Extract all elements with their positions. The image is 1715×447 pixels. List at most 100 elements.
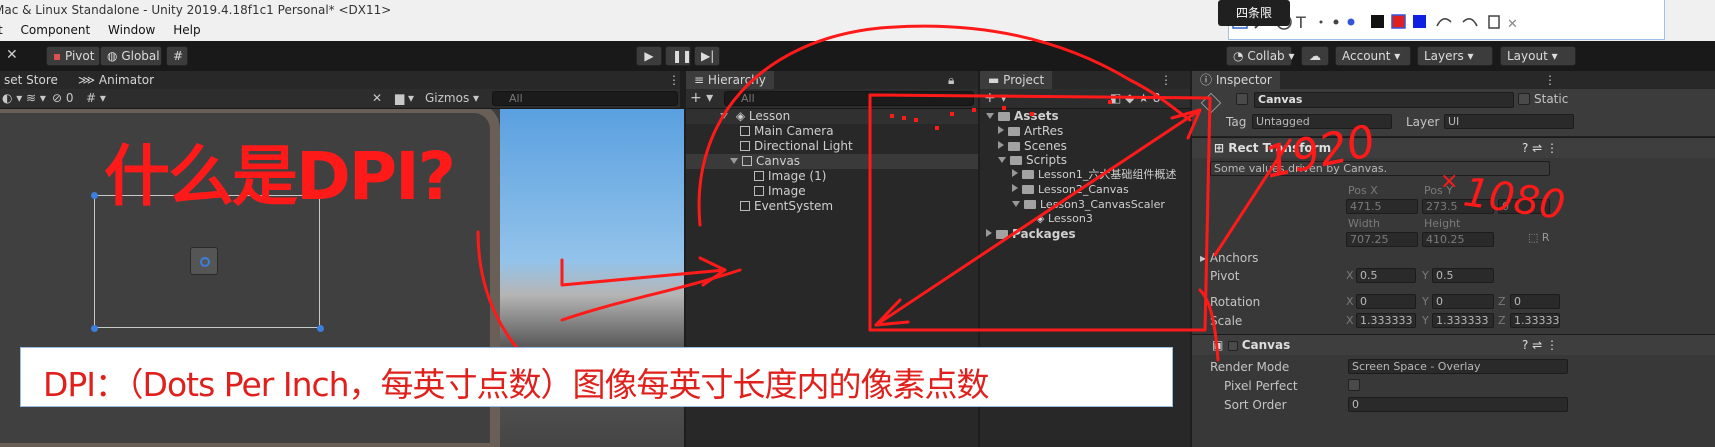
scale-z-field[interactable]: 1.333333 <box>1510 313 1560 328</box>
project-folder-lesson1[interactable]: Lesson1_六大基础组件概述 <box>1012 167 1176 182</box>
project-folder-lesson3[interactable]: Lesson3_CanvasScaler <box>1012 197 1165 212</box>
grid-snap-button[interactable]: # <box>166 46 188 66</box>
gameobject-icon <box>740 201 750 211</box>
rect-handle[interactable] <box>91 192 98 199</box>
gizmos-dropdown[interactable]: Gizmos ▾ <box>425 91 479 105</box>
hierarchy-item-directional-light[interactable]: Directional Light <box>740 139 853 154</box>
anchors-foldout[interactable]: ▸ Anchors <box>1200 251 1258 265</box>
project-folder-lesson2[interactable]: Lesson2_Canvas <box>1012 182 1129 197</box>
scene-toolbar: ◐ ▾ ≋ ▾ ⊘ 0 # ▾ ✕ ▆ ▾ Gizmos ▾ All <box>0 89 680 109</box>
hierarchy-item-canvas[interactable]: Canvas <box>686 154 978 169</box>
rect-handle[interactable] <box>91 325 98 332</box>
layout-dropdown[interactable]: Layout ▾ <box>1500 46 1576 66</box>
sort-order-field[interactable]: 0 <box>1348 397 1568 412</box>
tab-inspector[interactable]: ⓘ Inspector <box>1192 71 1280 89</box>
pivot-gizmo[interactable] <box>190 247 218 275</box>
scene-search-input[interactable]: All <box>492 91 678 106</box>
project-folder-packages[interactable]: Packages <box>986 227 1076 242</box>
hierarchy-item-image-1[interactable]: Image (1) <box>754 169 826 184</box>
static-checkbox[interactable] <box>1518 93 1530 105</box>
project-folder-scenes[interactable]: Scenes <box>998 139 1067 154</box>
tab-asset-store[interactable]: set Store <box>0 71 66 89</box>
folder-icon <box>1008 142 1020 151</box>
hierarchy-item-label: EventSystem <box>754 199 834 213</box>
hierarchy-search-input[interactable]: All <box>724 91 974 106</box>
tools-settings-icon[interactable]: ✕ <box>372 91 382 105</box>
help-icon[interactable]: ? ⇌ ⋮ <box>1522 138 1558 158</box>
active-checkbox[interactable] <box>1236 93 1248 105</box>
rot-x-field[interactable]: 0 <box>1356 294 1416 309</box>
hierarchy-item-eventsystem[interactable]: EventSystem <box>740 199 833 214</box>
lock-icon[interactable]: 🔒︎ <box>948 71 954 89</box>
pixel-perfect-checkbox[interactable] <box>1348 379 1360 391</box>
camera-dropdown[interactable]: ▆ ▾ <box>395 91 414 105</box>
tab-project[interactable]: ▬ Project <box>980 71 1053 89</box>
menu-item-edit[interactable]: t <box>0 23 3 37</box>
gameobject-icon <box>754 171 764 181</box>
project-folder-assets[interactable]: Assets <box>986 109 1059 124</box>
script-icon: ◈ <box>1036 212 1048 225</box>
project-folder-artres[interactable]: ArtRes <box>998 124 1063 139</box>
dpi-definition-text: DPI：（Dots Per Inch，每英寸点数）图像每英寸长度内的像素点数 <box>43 365 990 404</box>
panel-menu-icon[interactable]: ⋮ <box>668 71 680 89</box>
hierarchy-item-label: Image (1) <box>768 169 827 183</box>
hierarchy-item-main-camera[interactable]: Main Camera <box>740 124 834 139</box>
pivot-x-axis: X <box>1346 269 1354 282</box>
tag-dropdown[interactable]: Untagged <box>1252 114 1392 129</box>
rect-handle[interactable] <box>317 325 324 332</box>
hierarchy-scene-row[interactable]: ◈ Lesson <box>686 109 978 124</box>
layers-icon[interactable]: ≋ ▾ <box>26 91 46 105</box>
pivot-y-field[interactable]: 0.5 <box>1432 268 1494 283</box>
play-button[interactable]: ▶ <box>636 46 662 66</box>
panel-menu-icon[interactable]: ⋮ <box>1544 71 1556 89</box>
menu-item-help[interactable]: Help <box>173 23 200 37</box>
dpi-definition-banner: DPI：（Dots Per Inch，每英寸点数）图像每英寸长度内的像素点数 <box>20 347 1173 407</box>
menu-item-window[interactable]: Window <box>108 23 155 37</box>
pos-z-value: 0 <box>1502 200 1509 213</box>
rot-y-field[interactable]: 0 <box>1432 294 1494 309</box>
scale-x-field[interactable]: 1.333333 <box>1356 313 1416 328</box>
width-field: 707.25 <box>1346 232 1418 247</box>
sort-order-label: Sort Order <box>1224 398 1287 412</box>
step-button[interactable]: ▶| <box>694 46 720 66</box>
pivot-toggle[interactable]: ▪ Pivot <box>46 46 100 66</box>
tab-project-label: Project <box>1003 73 1045 87</box>
hidden-count: 0 <box>65 91 74 105</box>
global-toggle[interactable]: ◍ Global <box>100 46 162 66</box>
folder-icon <box>996 230 1008 239</box>
pivot-x-field[interactable]: 0.5 <box>1356 268 1416 283</box>
tab-hierarchy[interactable]: ≡ Hierarchy <box>686 71 774 89</box>
create-dropdown[interactable]: + ▾ <box>690 90 713 106</box>
scale-y-field[interactable]: 1.333333 <box>1432 313 1494 328</box>
tools-icon[interactable]: ✕ <box>6 47 30 65</box>
canvas-section[interactable]: ▣ Canvas ? ⇌ ⋮ <box>1192 334 1715 355</box>
rect-transform-section[interactable]: ⊞ Rect Transform ? ⇌ ⋮ <box>1192 137 1715 158</box>
render-mode-dropdown[interactable]: Screen Space - Overlay <box>1348 359 1568 374</box>
hidden-objects-toggle[interactable]: ⊘ 0 <box>52 91 74 105</box>
account-dropdown[interactable]: Account ▾ <box>1335 46 1411 66</box>
canvas-enabled-checkbox[interactable] <box>1227 341 1238 351</box>
annotation-tools-icons[interactable]: T ✕ <box>1229 0 1666 40</box>
project-folder-scripts[interactable]: Scripts <box>998 153 1067 168</box>
pivot-label: Pivot <box>1210 269 1240 283</box>
layers-dropdown[interactable]: Layers ▾ <box>1417 46 1493 66</box>
blueprint-mode-buttons[interactable]: ⬚ R <box>1528 231 1550 244</box>
object-name-field[interactable]: Canvas <box>1254 92 1514 108</box>
lock-icon[interactable]: ⋮ <box>1160 71 1172 89</box>
rotation-label: Rotation <box>1210 295 1261 309</box>
layer-dropdown[interactable]: UI <box>1444 114 1574 129</box>
tab-animator[interactable]: ⋙ Animator <box>70 71 163 89</box>
collab-dropdown[interactable]: ◔ Collab ▾ <box>1226 46 1295 66</box>
draw-mode-icon[interactable]: ◐ ▾ <box>2 91 22 105</box>
project-script-lesson3[interactable]: ◈ Lesson3 <box>1036 211 1093 226</box>
menu-item-component[interactable]: Component <box>21 23 91 37</box>
help-icon[interactable]: ? ⇌ ⋮ <box>1522 335 1558 355</box>
cloud-button[interactable]: ☁ <box>1301 46 1329 66</box>
pause-button[interactable]: ❚❚ <box>665 46 692 66</box>
rot-z-field[interactable]: 0 <box>1510 294 1560 309</box>
grid-toggle[interactable]: # ▾ <box>86 91 106 105</box>
project-filter-icons[interactable]: ◧ ◆ ★ 8 <box>1110 91 1160 105</box>
hierarchy-item-image[interactable]: Image <box>754 184 806 199</box>
create-asset-dropdown[interactable]: + ▾ <box>984 90 1007 106</box>
scale-y-axis: Y <box>1422 314 1429 327</box>
